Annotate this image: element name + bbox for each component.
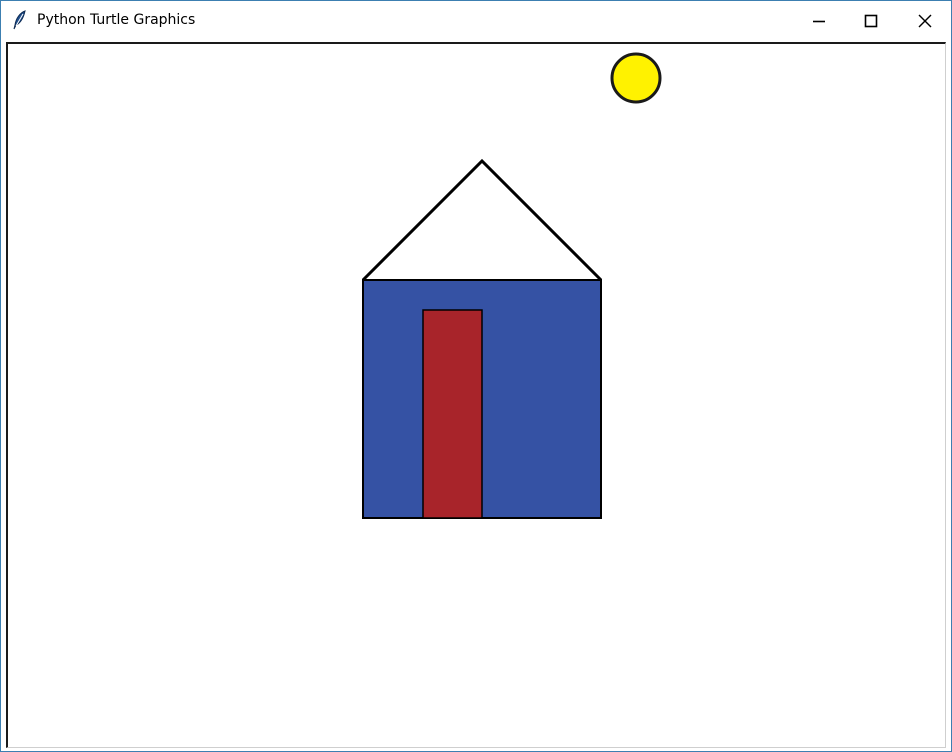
feather-icon bbox=[13, 10, 26, 30]
minimize-icon bbox=[813, 20, 825, 23]
turtle-window: Python Turtle Graphics bbox=[0, 0, 952, 752]
maximize-button[interactable] bbox=[845, 1, 897, 41]
turtle-canvas[interactable] bbox=[8, 44, 945, 747]
sun bbox=[610, 52, 662, 104]
close-icon bbox=[918, 14, 932, 28]
close-button[interactable] bbox=[899, 1, 951, 41]
maximize-icon bbox=[864, 14, 878, 28]
house-door bbox=[422, 309, 483, 519]
title-bar[interactable]: Python Turtle Graphics bbox=[1, 1, 951, 41]
minimize-button[interactable] bbox=[793, 1, 845, 41]
window-title: Python Turtle Graphics bbox=[37, 12, 196, 28]
turtle-canvas-frame[interactable] bbox=[6, 42, 946, 748]
